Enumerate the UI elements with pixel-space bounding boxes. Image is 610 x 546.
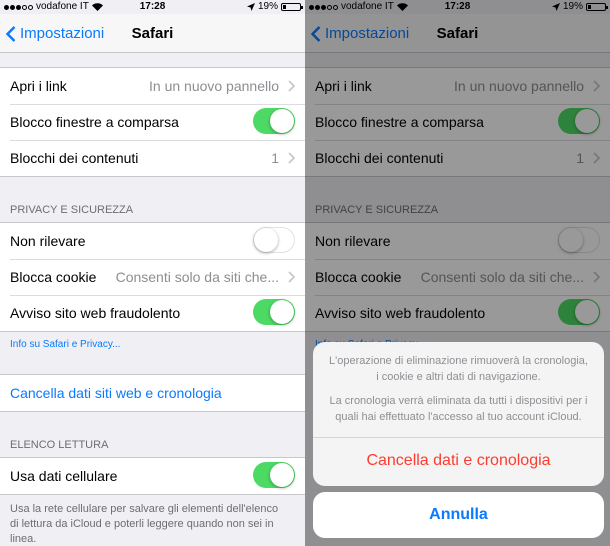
battery-percent: 19% — [257, 1, 278, 12]
page-title: Safari — [131, 25, 174, 42]
cellular-data-label: Usa dati cellulare — [10, 468, 118, 484]
navigation-bar: Impostazioni Safari — [0, 14, 305, 53]
settings-screen-left: vodafone IT 17:28 19% Impostazioni Safar… — [0, 0, 305, 546]
content-blockers-label: Blocchi dei contenuti — [10, 150, 139, 166]
do-not-track-switch[interactable] — [253, 227, 295, 253]
content-blockers-count: 1 — [271, 150, 279, 166]
do-not-track-label: Non rilevare — [10, 233, 86, 249]
clear-data-history-button[interactable]: Cancella dati e cronologia — [313, 437, 604, 484]
chevron-right-icon — [288, 152, 295, 164]
cancel-button[interactable]: Annulla — [313, 492, 604, 538]
open-links-label: Apri i link — [10, 78, 67, 94]
popup-block-switch[interactable] — [253, 108, 295, 134]
action-sheet: L'operazione di eliminazione rimuoverà l… — [313, 342, 604, 486]
popup-block-label: Blocco finestre a comparsa — [10, 114, 179, 130]
reading-list-group: Usa dati cellulare — [0, 457, 305, 495]
reading-list-section-header: ELENCO LETTURA — [10, 439, 109, 451]
popup-block-row: Blocco finestre a comparsa — [0, 104, 305, 140]
privacy-info-link[interactable]: Info su Safari e Privacy... — [0, 339, 305, 350]
clear-history-label: Cancella dati siti web e cronologia — [10, 385, 222, 401]
location-icon — [246, 3, 255, 11]
chevron-right-icon — [288, 80, 295, 92]
fraud-warning-label: Avviso sito web fraudolento — [10, 305, 181, 321]
block-cookies-label: Blocca cookie — [10, 269, 97, 285]
privacy-group: Non rilevare Blocca cookie Consenti solo… — [0, 222, 305, 332]
open-links-row[interactable]: Apri i link In un nuovo pannello — [0, 68, 305, 104]
clear-data-group: Cancella dati siti web e cronologia — [0, 374, 305, 412]
cellular-data-switch[interactable] — [253, 462, 295, 488]
settings-screen-right: vodafone IT 17:28 19% Impostazioni Safar… — [305, 0, 610, 546]
fraud-warning-switch[interactable] — [253, 299, 295, 325]
do-not-track-row: Non rilevare — [0, 223, 305, 259]
chevron-right-icon — [288, 271, 295, 283]
battery-icon — [281, 3, 303, 11]
content-blockers-row[interactable]: Blocchi dei contenuti 1 — [0, 140, 305, 176]
general-group: Apri i link In un nuovo pannello Blocco … — [0, 67, 305, 177]
clear-history-row[interactable]: Cancella dati siti web e cronologia — [0, 375, 305, 411]
reading-list-footer: Usa la rete cellulare per salvare gli el… — [10, 503, 279, 545]
fraud-warning-row: Avviso sito web fraudolento — [0, 295, 305, 331]
block-cookies-value: Consenti solo da siti che... — [115, 269, 279, 285]
cellular-data-row: Usa dati cellulare — [0, 458, 305, 494]
action-sheet-message: L'operazione di eliminazione rimuoverà l… — [329, 355, 588, 423]
status-bar: vodafone IT 17:28 19% — [0, 0, 305, 14]
block-cookies-row[interactable]: Blocca cookie Consenti solo da siti che.… — [0, 259, 305, 295]
privacy-section-header: PRIVACY E SICUREZZA — [10, 204, 134, 216]
open-links-value: In un nuovo pannello — [149, 78, 279, 94]
